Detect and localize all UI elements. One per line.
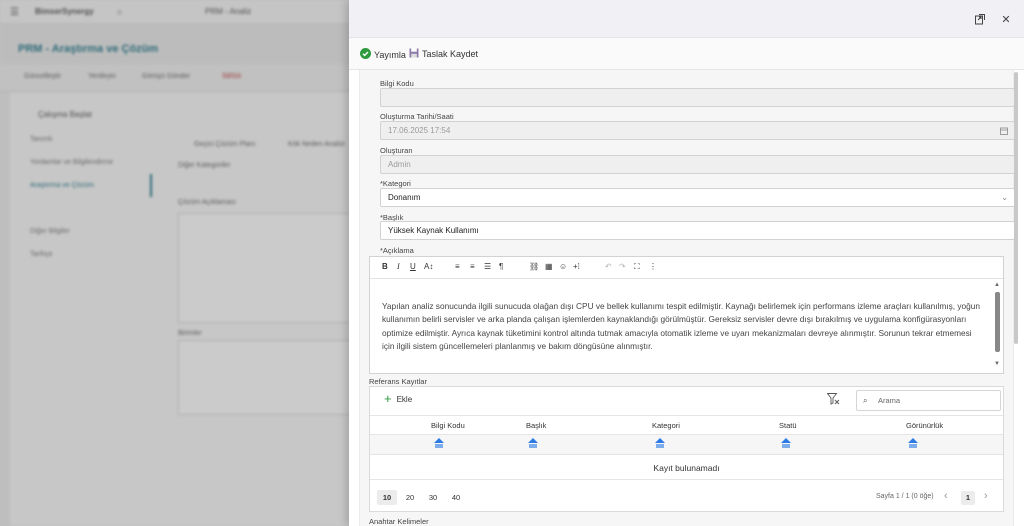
publish-button[interactable]: Yayımla: [360, 48, 406, 61]
panel-header: ✕: [349, 0, 1024, 38]
search-icon: ⌕: [863, 396, 868, 405]
page-info: Sayfa 1 / 1 (0 öğe): [876, 493, 934, 500]
font-size-icon[interactable]: A↕: [424, 262, 433, 271]
save-icon: [409, 48, 419, 60]
created-date-field: 17.06.2025 17:54: [380, 121, 1015, 140]
info-code-field: [380, 88, 1015, 107]
page-size-option[interactable]: 40: [446, 490, 466, 505]
category-select[interactable]: Donanım ⌄: [380, 188, 1015, 207]
redo-icon[interactable]: ↷: [619, 262, 626, 271]
record-side-panel: ✕ Yayımla Taslak Kaydet Bilgi Kodu Oluşt…: [349, 0, 1024, 526]
column-filter-icon[interactable]: [908, 438, 918, 450]
align-left-icon[interactable]: ≡: [455, 262, 460, 271]
paragraph-icon[interactable]: ¶: [499, 262, 503, 271]
chevron-down-icon: ⌄: [1001, 193, 1008, 202]
keywords-label: Anahtar Kelimeler: [369, 517, 429, 526]
italic-icon[interactable]: I: [397, 262, 400, 271]
export-icon[interactable]: [971, 10, 989, 28]
title-input[interactable]: Yüksek Kaynak Kullanımı: [380, 221, 1015, 240]
grid-pager: 10 20 30 40 Sayfa 1 / 1 (0 öğe) ‹ 1 ›: [370, 481, 1003, 511]
column-header[interactable]: Bilgi Kodu: [431, 421, 465, 430]
save-draft-button[interactable]: Taslak Kaydet: [409, 48, 478, 60]
grid-filter-row: [370, 435, 1003, 455]
emoji-icon[interactable]: ☺: [559, 262, 567, 271]
bulleted-list-icon[interactable]: ☰: [484, 262, 491, 271]
column-filter-icon[interactable]: [655, 438, 665, 450]
grid-header-row: Bilgi Kodu Başlık Kategori Statü Görünür…: [370, 415, 1003, 435]
search-placeholder: Arama: [878, 396, 901, 405]
link-icon[interactable]: ⛓: [529, 262, 539, 271]
save-draft-label: Taslak Kaydet: [422, 49, 479, 59]
scroll-down-icon[interactable]: ▼: [994, 361, 1000, 367]
created-by-label: Oluşturan: [380, 146, 413, 155]
column-header[interactable]: Kategori: [652, 421, 680, 430]
check-circle-icon: [360, 48, 371, 61]
panel-action-bar: Yayımla Taslak Kaydet: [349, 38, 1024, 70]
column-header[interactable]: Statü: [779, 421, 797, 430]
references-label: Referans Kayıtlar: [369, 377, 427, 386]
chevron-right-icon[interactable]: ›: [984, 490, 988, 502]
panel-scroll-thumb[interactable]: [1014, 72, 1018, 344]
info-code-label: Bilgi Kodu: [380, 79, 414, 88]
column-header[interactable]: Başlık: [526, 421, 546, 430]
insert-more-icon[interactable]: +⁞: [573, 262, 580, 271]
page-size-option[interactable]: 10: [377, 490, 397, 505]
undo-icon[interactable]: ↶: [605, 262, 612, 271]
add-label: Ekle: [396, 394, 413, 404]
references-grid: + Ekle ⌕ Arama Bilgi Kodu Başlık Kategor…: [369, 386, 1004, 512]
add-reference-button[interactable]: + Ekle: [384, 391, 413, 406]
column-filter-icon[interactable]: [434, 438, 444, 450]
grid-toolbar: + Ekle ⌕ Arama: [370, 387, 1003, 414]
category-label: *Kategori: [380, 179, 411, 188]
align-center-icon[interactable]: ≡: [470, 262, 475, 271]
grid-search-input[interactable]: ⌕ Arama: [856, 390, 1001, 411]
editor-scrollbar[interactable]: ▲ ▼: [992, 280, 1003, 374]
column-header[interactable]: Görünürlük: [906, 421, 943, 430]
close-icon[interactable]: ✕: [997, 10, 1015, 28]
table-icon[interactable]: ▦: [545, 262, 553, 271]
empty-state: Kayıt bulunamadı: [370, 456, 1003, 480]
column-filter-icon[interactable]: [528, 438, 538, 450]
underline-icon[interactable]: U: [410, 262, 416, 271]
created-by-field: Admin: [380, 155, 1015, 174]
description-text[interactable]: Yapılan analiz sonucunda ilgili sunucuda…: [382, 300, 980, 353]
current-page[interactable]: 1: [961, 491, 975, 505]
description-editor: B I U A↕ ≡ ≡ ☰ ¶ ⛓ ▦ ☺ +⁞ ↶ ↷ ⛶ ⋮ Yapıla…: [369, 256, 1004, 374]
column-filter-icon[interactable]: [781, 438, 791, 450]
description-label: *Açıklama: [380, 246, 414, 255]
calendar-icon: [1000, 122, 1008, 141]
created-date-label: Oluşturma Tarihi/Saati: [380, 112, 454, 121]
chevron-left-icon[interactable]: ‹: [944, 490, 948, 502]
bold-icon[interactable]: B: [382, 262, 388, 271]
panel-scrollbar[interactable]: [1013, 72, 1020, 526]
editor-toolbar: B I U A↕ ≡ ≡ ☰ ¶ ⛓ ▦ ☺ +⁞ ↶ ↷ ⛶ ⋮: [370, 257, 1003, 279]
category-value: Donanım: [388, 193, 421, 202]
page-size-option[interactable]: 30: [423, 490, 443, 505]
scroll-up-icon[interactable]: ▲: [994, 282, 1000, 288]
page-size-option[interactable]: 20: [400, 490, 420, 505]
created-date-value: 17.06.2025 17:54: [388, 126, 451, 135]
plus-icon: +: [384, 391, 392, 406]
editor-scroll-thumb[interactable]: [995, 292, 1000, 352]
clear-filter-icon[interactable]: [826, 393, 840, 408]
fullscreen-icon[interactable]: ⛶: [634, 262, 640, 272]
publish-label: Yayımla: [374, 49, 406, 60]
more-options-icon[interactable]: ⋮: [649, 262, 657, 271]
